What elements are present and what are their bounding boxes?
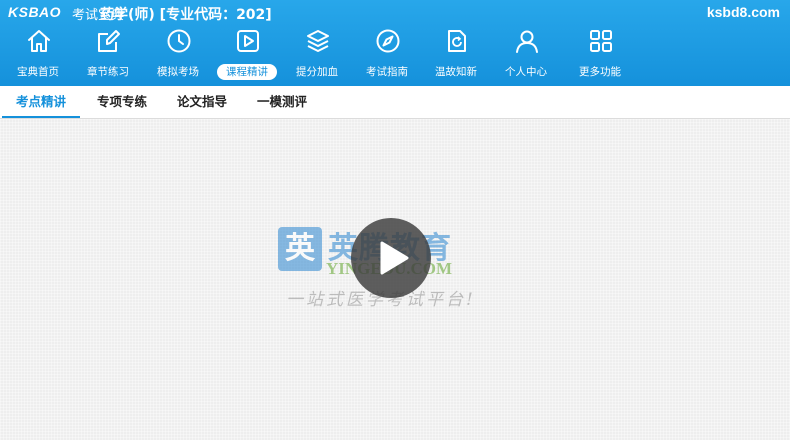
watermark-logo-box: 英 [278,227,322,271]
nav-label: 考试指南 [366,66,408,78]
nav-item-mock-exam[interactable]: 模拟考场 [146,24,210,84]
page-title: 药学(师) [专业代码：202] [100,7,272,23]
nav-item-chapter-practice[interactable]: 章节练习 [76,24,140,84]
app-header: KSBAO 考试宝典 药学(师) [专业代码：202] ksbd8.com 宝典… [0,0,790,86]
tab-special-practice[interactable]: 专项专练 [86,86,158,116]
nav-item-boost-score[interactable]: 提分加血 [285,24,349,84]
nav-label: 宝典首页 [17,66,59,78]
play-icon [380,241,409,275]
play-button[interactable] [351,218,431,298]
nav-label: 模拟考场 [157,66,199,78]
layers-icon [307,30,329,52]
nav-item-home[interactable]: 宝典首页 [6,24,70,84]
ksbao-logo: KSBAO [8,4,62,20]
nav-item-courses[interactable]: 课程精讲 [215,24,279,84]
nav-item-exam-guide[interactable]: 考试指南 [355,24,419,84]
sub-tabs: 考点精讲 专项专练 论文指导 一模测评 [0,86,790,119]
home-icon [28,30,50,52]
title-bar: KSBAO 考试宝典 药学(师) [专业代码：202] ksbd8.com [0,0,790,24]
nav-item-personal-center[interactable]: 个人中心 [494,24,558,84]
tab-mock-evaluation[interactable]: 一模测评 [246,86,318,116]
nav-label: 提分加血 [296,66,338,78]
tab-key-points[interactable]: 考点精讲 [2,86,80,118]
nav-label: 温故知新 [435,66,477,78]
nav-item-review[interactable]: 温故知新 [424,24,488,84]
grid-icon [590,30,612,52]
nav-label: 更多功能 [579,66,621,78]
compass-icon [376,29,400,53]
nav-label: 课程精讲 [217,64,277,80]
nav-label: 章节练习 [87,66,129,78]
refresh-document-icon [448,30,466,52]
video-player[interactable]: 英 英腾教育 YINGEDU.COM 一站式医学考试平台! [0,119,790,440]
nav-item-more[interactable]: 更多功能 [568,24,632,84]
tab-thesis-guidance[interactable]: 论文指导 [166,86,238,116]
site-url[interactable]: ksbd8.com [707,4,780,20]
nav-label: 个人中心 [505,66,547,78]
video-play-icon [237,30,259,52]
user-icon [516,30,538,53]
clock-icon [167,29,191,53]
main-nav: 宝典首页 章节练习 模拟考场 课程精讲 提分加血 考试指南 温故知新 个人中心 … [0,24,790,86]
edit-icon [98,30,120,52]
